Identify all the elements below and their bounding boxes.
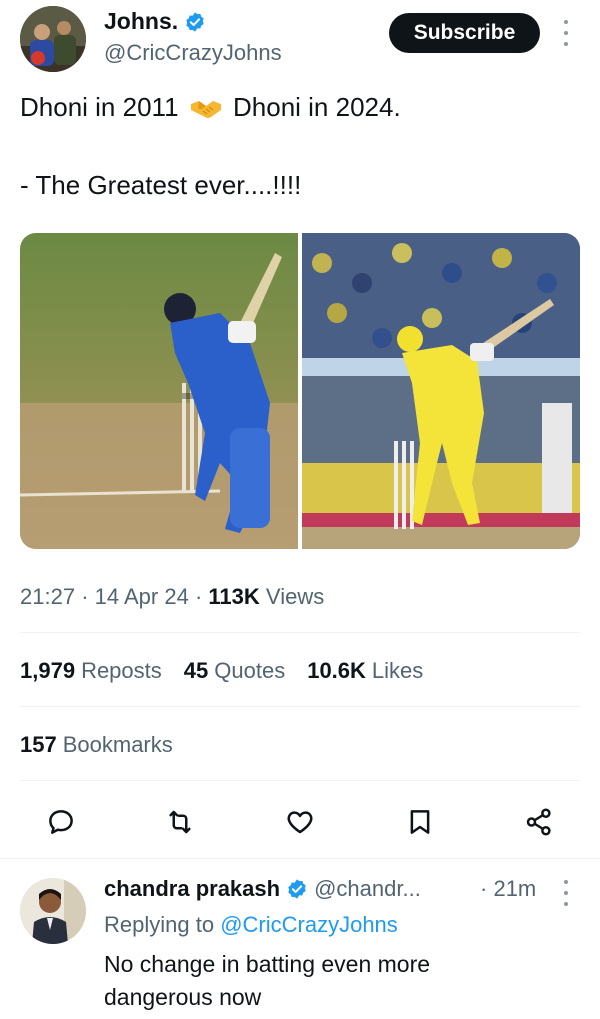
tweet-text: Dhoni in 2011 Dhoni in 2024. [20,92,580,123]
divider [20,780,580,781]
subscribe-button[interactable]: Subscribe [389,13,540,53]
author-display-name[interactable]: Johns. [104,8,206,35]
share-icon[interactable] [521,804,557,840]
reposts-count: 1,979 [20,658,76,683]
photo-2024[interactable] [302,233,580,549]
views-count: 113K [208,584,260,609]
reply-author-handle[interactable]: @chandr... [314,876,421,902]
divider [20,632,580,633]
tweet-header: Johns. @CricCrazyJohns Subscribe [0,0,600,80]
reposts-label: Reposts [81,658,162,683]
tweet-meta: 21:27 · 14 Apr 24 · 113K Views [20,584,324,610]
handshake-icon [190,101,221,119]
tweet-date[interactable]: 14 Apr 24 [95,584,189,609]
author-avatar[interactable] [20,6,86,72]
reply-time[interactable]: · 21m [480,876,536,902]
reply-header: chandra prakash @chandr... [104,876,421,902]
tweet-text-line2: - The Greatest ever....!!!! [20,170,302,200]
tweet-text-part1: Dhoni in 2011 [20,92,179,122]
likes-count: 10.6K [307,658,366,683]
author-handle[interactable]: @CricCrazyJohns [104,40,282,66]
tweet-actions [0,800,600,844]
reply-text: No change in batting even more dangerous… [104,951,431,1010]
tweet-text-part2: Dhoni in 2024. [233,92,401,122]
reply-icon[interactable] [43,804,79,840]
tweet-media[interactable] [20,233,580,549]
likes-label: Likes [371,658,424,683]
reply-tweet[interactable]: chandra prakash @chandr... · 21m Replyin… [0,860,600,1019]
like-icon[interactable] [282,804,318,840]
meta-separator-dot: · [81,584,95,609]
reply-time-text: 21m [493,876,537,901]
more-options-icon[interactable] [560,880,572,906]
reply-avatar[interactable] [20,878,86,944]
replying-prefix: Replying to [104,912,215,937]
quotes-stat[interactable]: 45 Quotes [184,658,285,684]
verified-badge-icon [288,879,306,899]
reply-author-name[interactable]: chandra prakash [104,876,280,902]
engagement-stats: 1,979 Reposts 45 Quotes 10.6K Likes [20,658,423,684]
tweet-time[interactable]: 21:27 [20,584,75,609]
photo-2011[interactable] [20,233,298,549]
repost-icon[interactable] [162,804,198,840]
reposts-stat[interactable]: 1,979 Reposts [20,658,162,684]
quotes-count: 45 [183,658,209,683]
bookmarks-count: 157 [20,732,57,757]
quotes-label: Quotes [214,658,286,683]
author-name-text: Johns. [104,8,179,34]
replying-to-handle-link[interactable]: @CricCrazyJohns [220,912,398,937]
meta-separator-dot: · [194,584,209,609]
more-options-icon[interactable] [558,18,574,48]
divider [20,706,580,707]
reply-separator [0,858,600,859]
likes-stat[interactable]: 10.6K Likes [307,658,423,684]
replying-to: Replying to @CricCrazyJohns [104,912,398,938]
bookmark-icon[interactable] [402,804,438,840]
bookmarks-label: Bookmarks [62,732,173,757]
views-label: Views [265,584,325,609]
bookmarks-stat[interactable]: 157 Bookmarks [20,732,173,758]
verified-badge-icon [186,11,204,32]
